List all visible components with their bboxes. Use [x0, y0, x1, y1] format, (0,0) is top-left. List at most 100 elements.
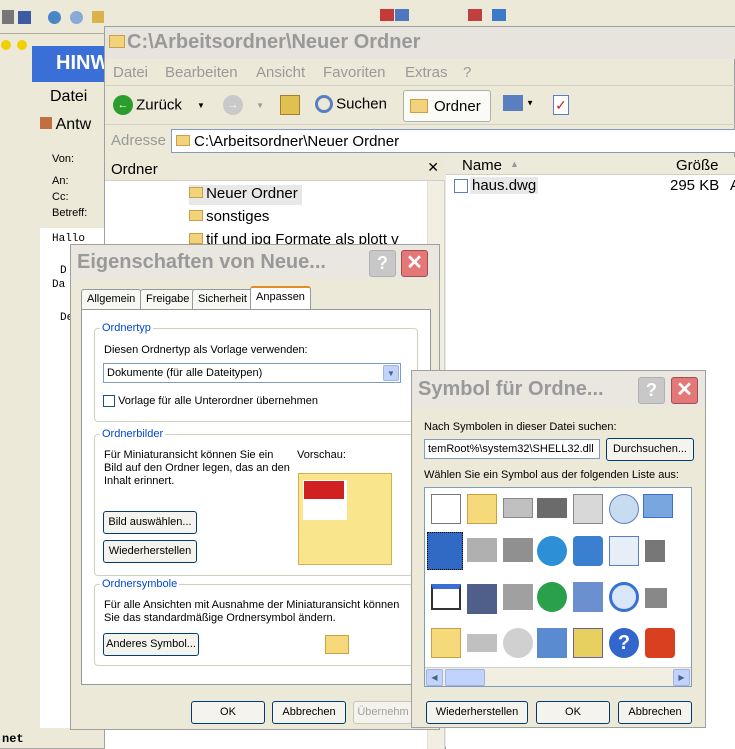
grid-icon[interactable]	[395, 9, 409, 21]
icon-list[interactable]: ?	[424, 487, 692, 687]
window-icon[interactable]	[643, 494, 673, 518]
monitor-icon[interactable]	[573, 536, 603, 566]
cancel-button[interactable]: Abbrechen	[618, 701, 692, 724]
tab-anpassen[interactable]: Anpassen	[250, 286, 311, 309]
tree-item-sonstiges[interactable]: sonstiges	[189, 208, 269, 225]
checklist-icon[interactable]: ✓	[553, 95, 569, 115]
network-tree-icon[interactable]	[573, 582, 603, 612]
tree-item-neuer-ordner[interactable]: Neuer Ordner	[189, 185, 302, 205]
folders-button[interactable]: Ordner	[403, 90, 491, 122]
bg-field-to: An:	[52, 175, 69, 187]
address-input[interactable]: C:\Arbeitsordner\Neuer Ordner	[171, 129, 735, 153]
checkbox-box[interactable]	[103, 395, 115, 408]
save-icon[interactable]	[18, 11, 31, 24]
icon-list-scrollbar[interactable]: ◀ ▶	[425, 667, 691, 686]
restore-button[interactable]: Wiederherstellen	[426, 701, 528, 724]
scroll-thumb[interactable]	[445, 669, 485, 686]
close-icon[interactable]: ✕	[427, 159, 439, 176]
tab-freigabe[interactable]: Freigabe	[140, 289, 196, 309]
back-dropdown-icon[interactable]: ▼	[197, 101, 205, 110]
ok-button[interactable]: OK	[191, 701, 265, 724]
back-button[interactable]: ← Zurück ▼	[113, 95, 205, 117]
file-row[interactable]: haus.dwg 295 KB A	[454, 177, 735, 197]
folder-icon	[189, 210, 203, 221]
restore-button[interactable]: Wiederherstellen	[103, 540, 197, 563]
preview-thumbnail	[303, 480, 347, 520]
template-checkbox[interactable]: Vorlage für alle Unterordner übernehmen	[103, 395, 318, 408]
chevron-down-icon[interactable]: ▼	[383, 365, 399, 381]
folder-icon[interactable]	[467, 494, 497, 524]
column-name[interactable]: Name	[462, 157, 502, 174]
browse-button[interactable]: Durchsuchen...	[606, 438, 694, 461]
bg-field-subject: Betreff:	[52, 207, 88, 219]
help-button[interactable]: ?	[638, 377, 665, 404]
selected-document-icon[interactable]	[427, 532, 463, 570]
ordnertyp-select[interactable]: Dokumente (für alle Dateitypen) ▼	[103, 363, 401, 383]
bg-status-text: net	[2, 732, 24, 746]
bg-reply-button[interactable]: Antw	[40, 116, 91, 134]
cd-icon[interactable]	[503, 628, 533, 658]
mail-icon[interactable]	[468, 9, 482, 21]
close-button[interactable]: ✕	[401, 250, 428, 277]
disconnected-drive-icon[interactable]	[503, 584, 533, 610]
document-icon[interactable]	[431, 494, 461, 524]
scroll-right-icon[interactable]: ▶	[673, 669, 690, 686]
forward-icon[interactable]	[380, 9, 394, 21]
help-icon[interactable]: ?	[609, 628, 639, 658]
network-drive-icon[interactable]	[467, 538, 497, 562]
drive-icon[interactable]	[467, 634, 497, 652]
views-button[interactable]: ▼	[503, 95, 534, 111]
file-list-header: Name ▲ Größe	[446, 157, 735, 175]
power-icon[interactable]	[645, 628, 675, 658]
bg-menu-datei[interactable]: Datei	[50, 88, 87, 106]
ok-button[interactable]: OK	[536, 701, 610, 724]
tab-allgemein[interactable]: Allgemein	[81, 289, 142, 309]
back-label: Zurück	[136, 96, 182, 114]
menu-datei[interactable]: Datei	[113, 64, 148, 81]
clock-icon[interactable]	[609, 494, 639, 524]
floppy-icon[interactable]	[467, 584, 497, 614]
arrow-icon[interactable]	[492, 9, 506, 21]
printer-icon[interactable]	[573, 494, 603, 524]
search-button[interactable]: Suchen	[315, 95, 387, 113]
apply-button[interactable]: Übernehm	[353, 701, 413, 724]
path-input[interactable]: temRoot%\system32\SHELL32.dll	[424, 439, 600, 459]
tab-sicherheit[interactable]: Sicherheit	[192, 289, 253, 309]
search-icon[interactable]	[70, 11, 83, 24]
folder-preview	[298, 473, 392, 565]
other-symbol-button[interactable]: Anderes Symbol...	[103, 633, 199, 656]
forward-button[interactable]: → ▼	[223, 95, 264, 115]
computer-icon[interactable]	[537, 628, 567, 658]
checkmark-icon[interactable]	[609, 536, 639, 566]
cd-drive-icon[interactable]	[645, 540, 665, 562]
forward-dropdown-icon[interactable]: ▼	[256, 101, 264, 110]
menu-extras[interactable]: Extras	[405, 64, 448, 81]
tools-icon[interactable]	[92, 11, 104, 23]
calendar-icon[interactable]	[573, 628, 603, 658]
menu-help[interactable]: ?	[463, 64, 471, 81]
scroll-left-icon[interactable]: ◀	[426, 669, 443, 686]
properties-title: Eigenschaften von Neue...	[77, 251, 326, 273]
choose-image-button[interactable]: Bild auswählen...	[103, 511, 197, 534]
menu-ansicht[interactable]: Ansicht	[256, 64, 305, 81]
folder-pane-header: Ordner ✕	[105, 157, 445, 181]
app-window-icon[interactable]	[431, 584, 461, 610]
folder-icon[interactable]	[431, 628, 461, 658]
cancel-button[interactable]: Abbrechen	[272, 701, 346, 724]
bg-title-icons	[0, 40, 28, 53]
up-folder-icon[interactable]	[280, 95, 300, 115]
mouse-icon[interactable]	[537, 582, 567, 612]
chip-icon[interactable]	[537, 498, 567, 518]
close-button[interactable]: ✕	[671, 377, 698, 404]
search-icon[interactable]	[609, 582, 639, 612]
people-icon[interactable]	[48, 11, 61, 24]
drive-arrow-icon[interactable]	[645, 588, 667, 608]
drive-icon[interactable]	[503, 498, 533, 518]
menu-favoriten[interactable]: Favoriten	[323, 64, 386, 81]
network-icon[interactable]	[503, 538, 533, 562]
help-button[interactable]: ?	[369, 250, 396, 277]
column-size[interactable]: Größe	[676, 157, 719, 174]
cut-icon[interactable]	[2, 10, 14, 24]
menu-bearbeiten[interactable]: Bearbeiten	[165, 64, 238, 81]
globe-icon[interactable]	[537, 536, 567, 566]
